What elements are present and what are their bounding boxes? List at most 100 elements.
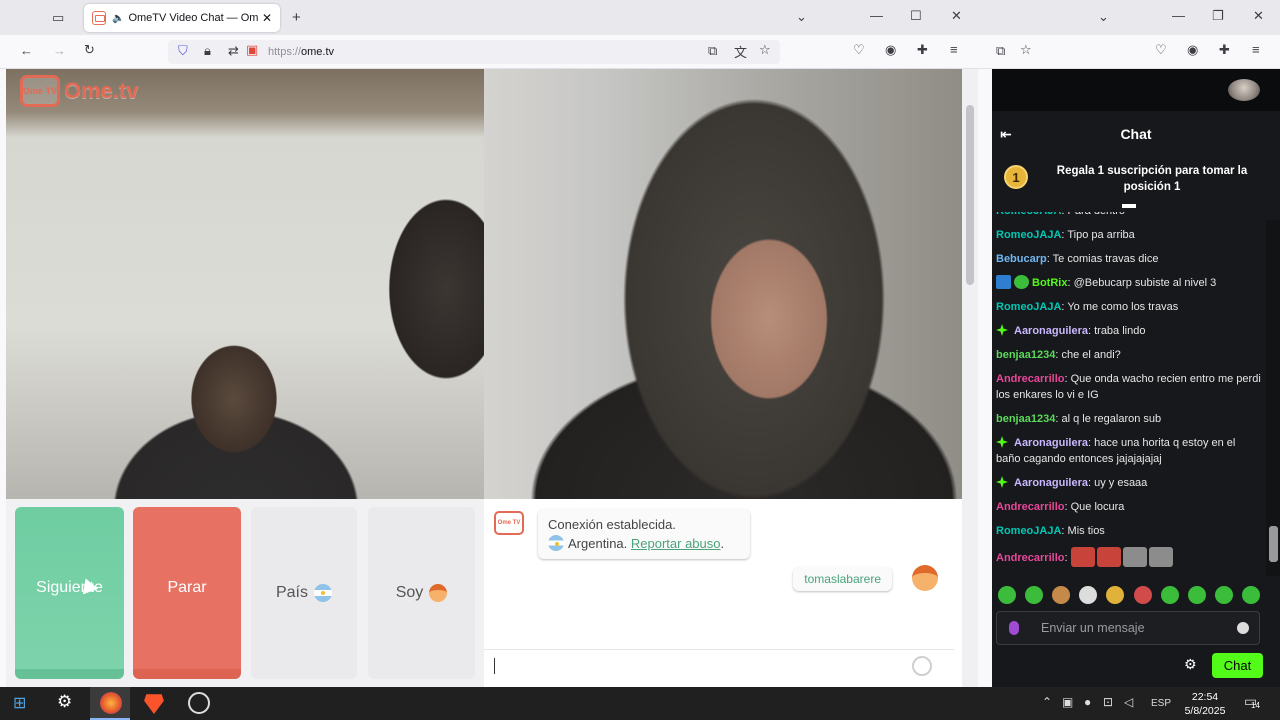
close-window-icon[interactable]: ✕ <box>951 8 962 24</box>
chat-username[interactable]: RomeoJAJA <box>996 525 1061 537</box>
account-icon[interactable]: ◉ <box>1187 42 1198 58</box>
new-tab-button[interactable]: + <box>292 9 301 26</box>
chat-username[interactable]: benjaa1234 <box>996 349 1055 361</box>
chat-username[interactable]: Andrecarrillo <box>996 501 1064 513</box>
emote-3-icon[interactable] <box>1052 586 1071 604</box>
emote-4-icon[interactable] <box>1079 586 1098 604</box>
recorder-icon[interactable] <box>188 692 210 714</box>
scrollbar-thumb[interactable] <box>966 105 974 285</box>
tray-mic-icon[interactable]: ● <box>1084 695 1091 709</box>
chat-input[interactable]: Enviar un mensaje <box>996 611 1260 645</box>
firefox-icon[interactable] <box>100 692 122 714</box>
permissions-icon[interactable]: ⇄ <box>228 43 239 59</box>
minimize-icon[interactable]: — <box>1172 8 1185 23</box>
menu-icon[interactable]: ≡ <box>950 42 958 57</box>
reload-icon[interactable]: ↻ <box>84 42 95 58</box>
chat-username[interactable]: benjaa1234 <box>996 413 1055 425</box>
send-chat-button[interactable]: Chat <box>1212 653 1263 678</box>
list-tabs-chevron-icon[interactable]: ⌄ <box>1098 9 1109 25</box>
collapse-chat-icon[interactable]: ⇤ <box>1000 126 1012 143</box>
message-input[interactable] <box>484 649 954 681</box>
shield-icon[interactable]: ⛉ <box>178 43 188 59</box>
system-message: Conexión establecida. Argentina. Reporta… <box>538 509 750 559</box>
microphone-icon[interactable] <box>1009 621 1019 635</box>
maximize-icon[interactable]: ☐ <box>910 8 922 24</box>
pocket-icon[interactable]: ♡ <box>853 42 865 58</box>
emote-8-icon[interactable] <box>1187 586 1206 604</box>
minimize-icon[interactable]: — <box>870 8 883 23</box>
bookmark-star-icon[interactable]: ☆ <box>1020 42 1032 58</box>
pocket-icon[interactable]: ♡ <box>1155 42 1167 58</box>
speaker-icon[interactable]: 🔈 <box>112 13 124 24</box>
camera-sharing-icon[interactable]: ▣ <box>246 42 258 58</box>
brave-icon[interactable] <box>144 694 164 714</box>
drag-handle-icon[interactable] <box>1122 204 1136 208</box>
chat-text: Tipo pa arriba <box>1067 229 1135 241</box>
translate-icon[interactable]: 文 <box>734 42 747 61</box>
chat-scrollbar-thumb[interactable] <box>1269 526 1278 562</box>
settings-gear-icon[interactable]: ⚙ <box>57 692 72 712</box>
chat-username[interactable]: Andrecarrillo <box>996 552 1064 564</box>
ometv-avatar-icon: Ome TV <box>494 511 524 535</box>
picture-in-picture-icon[interactable]: ⧉ <box>996 43 1005 59</box>
stream-chat-window: ⌄ — ❐ ✕ ⧉ ☆ ♡ ◉ ✚ ≡ ⇤ Chat 1 Regala 1 su… <box>992 0 1280 687</box>
tray-volume-icon[interactable]: ◁ <box>1124 695 1133 709</box>
bookmark-star-icon[interactable]: ☆ <box>759 42 771 58</box>
page-scrollbar[interactable] <box>962 69 978 687</box>
emoji-icon[interactable] <box>912 656 932 676</box>
gift-sub-banner[interactable]: 1 Regala 1 suscripción para tomar la pos… <box>992 157 1280 207</box>
tab-ometv[interactable]: 🔈 OmeTV Video Chat — Ome ✕ <box>84 4 280 32</box>
picture-in-picture-icon[interactable]: ⧉ <box>708 43 717 59</box>
extensions-icon[interactable]: ✚ <box>1219 42 1230 58</box>
tray-chevron-up-icon[interactable]: ⌃ <box>1042 695 1052 709</box>
chat-separator: : <box>1064 552 1071 564</box>
ometv-logo[interactable]: Ome TV Ome.tv <box>20 75 139 107</box>
forward-arrow-icon[interactable]: → <box>53 43 66 58</box>
emote-6-icon[interactable] <box>1133 586 1152 604</box>
report-abuse-link[interactable]: Reportar abuso <box>631 536 721 551</box>
account-icon[interactable]: ◉ <box>885 42 896 58</box>
emote-10-icon[interactable] <box>1241 586 1260 604</box>
emote-5-icon[interactable] <box>1106 586 1125 604</box>
chat-settings-gear-icon[interactable]: ⚙ <box>1184 656 1197 673</box>
list-tabs-chevron-icon[interactable]: ⌄ <box>796 9 807 25</box>
windows-start-icon[interactable]: ⊞ <box>13 693 26 713</box>
emote-7-icon[interactable] <box>1160 586 1179 604</box>
chat-message: Andrecarrillo: Que locura <box>996 499 1262 515</box>
chat-username[interactable]: RomeoJAJA <box>996 301 1061 313</box>
language-indicator[interactable]: ESP <box>1151 698 1171 709</box>
extensions-icon[interactable]: ✚ <box>917 42 928 58</box>
chat-username[interactable]: Aaronaguilera <box>1014 437 1088 449</box>
stop-button[interactable]: Parar <box>133 507 241 679</box>
chat-username[interactable]: Aaronaguilera <box>1014 325 1088 337</box>
emoji-icon[interactable] <box>1237 622 1249 634</box>
url-input[interactable]: https://ome.tv <box>168 40 780 64</box>
close-window-icon[interactable]: ✕ <box>1253 8 1264 24</box>
back-arrow-icon[interactable]: ← <box>20 43 33 58</box>
emote-bar <box>998 586 1260 608</box>
chat-username[interactable]: Bebucarp <box>996 253 1047 265</box>
tab-overview-icon[interactable]: ▭ <box>52 10 64 26</box>
user-avatar[interactable] <box>1228 79 1260 101</box>
chat-username[interactable]: Andrecarrillo <box>996 373 1064 385</box>
clock[interactable]: 22:54 5/8/2025 <box>1176 690 1234 718</box>
chat-username[interactable]: Aaronaguilera <box>1014 477 1088 489</box>
chat-message: benjaa1234: che el andi? <box>996 347 1262 363</box>
emote-2-icon[interactable] <box>1025 586 1044 604</box>
next-button[interactable]: Siguiente <box>15 507 124 679</box>
chat-username[interactable]: RomeoJAJA <box>996 229 1061 241</box>
lock-icon[interactable]: 🔒︎ <box>204 43 211 59</box>
gender-button[interactable]: Soy <box>368 507 475 679</box>
close-tab-icon[interactable]: ✕ <box>262 11 272 25</box>
emote-1-icon[interactable] <box>998 586 1016 604</box>
menu-icon[interactable]: ≡ <box>1252 42 1260 57</box>
restore-icon[interactable]: ❐ <box>1212 8 1224 24</box>
chat-username[interactable]: RomeoJAJA <box>996 212 1061 217</box>
tray-app-icon[interactable]: ▣ <box>1062 695 1073 709</box>
tray-network-icon[interactable]: ⊡ <box>1103 695 1113 709</box>
country-button[interactable]: País <box>251 507 357 679</box>
chat-scrollbar[interactable] <box>1266 220 1280 576</box>
emote-9-icon[interactable] <box>1214 586 1233 604</box>
chat-text: @Bebucarp subiste al nivel 3 <box>1073 277 1217 289</box>
chat-username[interactable]: BotRix <box>1032 277 1067 289</box>
